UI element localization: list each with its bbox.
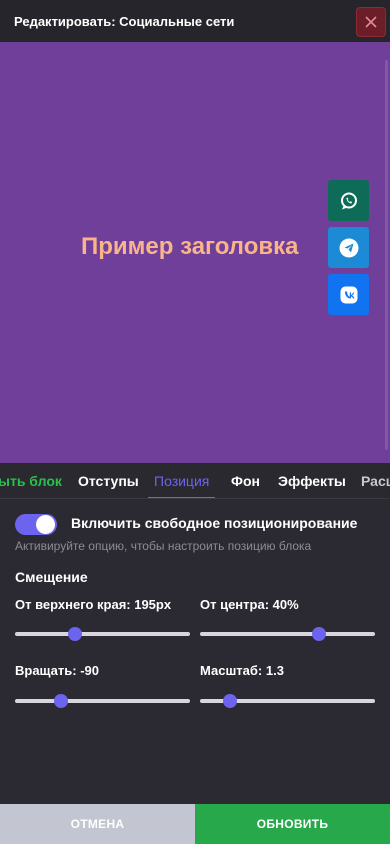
slider-track — [15, 632, 190, 636]
center-offset-slider[interactable] — [200, 627, 375, 641]
whatsapp-button[interactable] — [328, 180, 369, 221]
slider-thumb[interactable] — [67, 627, 82, 641]
tab-extended[interactable]: Расш — [361, 463, 390, 498]
vk-icon — [340, 286, 357, 303]
position-panel: Включить свободное позиционирование Акти… — [0, 500, 390, 804]
scale-slider[interactable] — [200, 694, 375, 708]
close-button[interactable] — [356, 7, 386, 37]
whatsapp-icon — [340, 192, 357, 209]
block-preview: Пример заголовка — [0, 42, 390, 463]
toggle-knob — [36, 515, 55, 534]
preview-heading: Пример заголовка — [81, 233, 299, 260]
rotate-slider[interactable] — [15, 694, 190, 708]
tab-position[interactable]: Позиция — [147, 463, 216, 498]
rotate-label: Вращать: -90 — [15, 663, 100, 678]
center-offset-label: От центра: 40% — [200, 597, 299, 612]
editor-header: Редактировать: Социальные сети — [0, 0, 390, 42]
header-title: Редактировать: Социальные сети — [14, 13, 235, 29]
telegram-button[interactable] — [328, 227, 369, 268]
scale-label: Масштаб: 1.3 — [200, 663, 284, 678]
top-offset-label: От верхнего края: 195px — [15, 597, 172, 612]
preview-scrollbar[interactable] — [385, 60, 388, 450]
close-icon — [365, 16, 377, 28]
tab-padding[interactable]: Отступы — [78, 463, 139, 498]
slider-thumb[interactable] — [222, 694, 237, 708]
slider-thumb[interactable] — [53, 694, 68, 708]
telegram-icon — [339, 238, 358, 257]
tab-effects[interactable]: Эффекты — [278, 463, 346, 498]
top-offset-slider[interactable] — [15, 627, 190, 641]
tab-background[interactable]: Фон — [231, 463, 260, 498]
footer-actions: ОТМЕНА ОБНОВИТЬ — [0, 804, 390, 844]
offset-section-title: Смещение — [15, 569, 88, 585]
slider-thumb[interactable] — [312, 627, 326, 641]
update-button[interactable]: ОБНОВИТЬ — [195, 804, 390, 844]
slider-track — [200, 632, 375, 636]
cancel-button[interactable]: ОТМЕНА — [0, 804, 195, 844]
settings-tabs: ыть блок Отступы Позиция Фон Эффекты Рас… — [0, 463, 390, 499]
slider-track — [15, 699, 190, 703]
free-position-toggle[interactable] — [15, 514, 57, 535]
vk-button[interactable] — [328, 274, 369, 315]
tab-open-block[interactable]: ыть блок — [0, 463, 62, 498]
free-position-hint: Активируйте опцию, чтобы настроить позиц… — [15, 539, 312, 553]
free-position-label: Включить свободное позиционирование — [71, 515, 358, 531]
